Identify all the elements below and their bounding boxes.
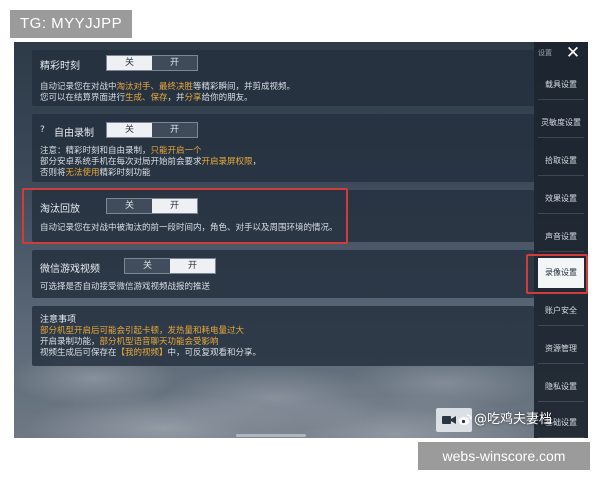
help-icon[interactable]: ?	[40, 125, 45, 135]
highlight-desc-line-2: 您可以在结算界面进行生成、保存，并分享给你的朋友。	[40, 93, 253, 103]
page: TG: MYYJJPP 精彩时刻 关 开 自动记录您在对战中淘汰对手、最终决胜等…	[0, 0, 600, 480]
free-record-desc-line-2: 部分安卓系统手机在每次对局开始前会要求开启录屏权限，	[40, 157, 262, 167]
site-label: webs-winscore.com	[418, 442, 590, 470]
game-settings-screen: 精彩时刻 关 开 自动记录您在对战中淘汰对手、最终决胜等精彩瞬间，并剪成视频。 …	[14, 42, 588, 438]
sidebar-item-effects[interactable]: 效果设置	[538, 184, 584, 214]
sidebar-item-pickup[interactable]: 拾取设置	[538, 146, 584, 176]
free-record-panel: ? 自由录制 关 开 注意：精彩时刻和自由录制，只能开启一个 部分安卓系统手机在…	[32, 114, 534, 182]
highlight-moments-toggle: 关 开	[106, 55, 198, 71]
video-camera-icon	[442, 416, 456, 424]
highlight-moments-title: 精彩时刻	[40, 61, 80, 72]
wechat-video-on-button[interactable]: 开	[170, 259, 215, 273]
wechat-video-panel: 微信游戏视频 关 开 可选择是否自动接受微信游戏视频战报的推送	[32, 250, 534, 298]
sidebar-header-label: 设置	[538, 49, 552, 57]
tag-label: TG: MYYJJPP	[10, 10, 133, 38]
notes-line-1: 部分机型开启后可能会引起卡顿，发热量和耗电量过大	[40, 326, 245, 336]
close-icon[interactable]: ✕	[564, 44, 582, 62]
scroll-indicator	[236, 434, 306, 437]
sidebar-item-sound[interactable]: 声音设置	[538, 222, 584, 252]
weibo-icon	[458, 414, 472, 425]
notes-line-2: 开启录制功能，部分机型语音聊天功能会受影响	[40, 337, 219, 347]
wechat-video-toggle: 关 开	[124, 258, 216, 274]
highlight-off-button[interactable]: 关	[107, 56, 152, 70]
free-record-desc-line-1: 注意：精彩时刻和自由录制，只能开启一个	[40, 146, 202, 156]
recording-highlight-box	[526, 254, 588, 294]
highlight-on-button[interactable]: 开	[152, 56, 197, 70]
free-record-off-button[interactable]: 关	[107, 123, 152, 137]
replay-highlight-box	[22, 188, 348, 244]
sidebar-item-privacy[interactable]: 隐私设置	[538, 372, 584, 402]
free-record-on-button[interactable]: 开	[152, 123, 197, 137]
settings-sidebar: 设置 ✕ 载具设置 灵敏度设置 拾取设置 效果设置 声音设置 录像设置 账户安全…	[534, 42, 588, 438]
sidebar-item-sensitivity[interactable]: 灵敏度设置	[538, 108, 584, 138]
free-record-toggle: 关 开	[106, 122, 198, 138]
wechat-video-desc: 可选择是否自动接受微信游戏视频战报的推送	[40, 282, 211, 292]
sidebar-item-vehicle[interactable]: 载具设置	[538, 70, 584, 100]
sidebar-item-account-security[interactable]: 账户安全	[538, 296, 584, 326]
notes-line-3: 视频生成后可保存在【我的视频】中，可反复观看和分享。	[40, 348, 262, 358]
free-record-desc-line-3: 否则将无法使用精彩时刻功能	[40, 168, 151, 178]
highlight-desc-line-1: 自动记录您在对战中淘汰对手、最终决胜等精彩瞬间，并剪成视频。	[40, 82, 296, 92]
free-record-title: 自由录制	[54, 128, 94, 139]
notes-title: 注意事项	[40, 315, 77, 325]
sidebar-item-resources[interactable]: 资源管理	[538, 334, 584, 364]
watermark-text: @吃鸡夫妻档	[474, 412, 553, 427]
highlight-moments-panel: 精彩时刻 关 开 自动记录您在对战中淘汰对手、最终决胜等精彩瞬间，并剪成视频。 …	[32, 50, 534, 106]
wechat-video-off-button[interactable]: 关	[125, 259, 170, 273]
sidebar-header: 设置 ✕	[534, 44, 588, 62]
wechat-video-title: 微信游戏视频	[40, 264, 100, 275]
notes-panel: 注意事项 部分机型开启后可能会引起卡顿，发热量和耗电量过大 开启录制功能，部分机…	[32, 306, 534, 366]
